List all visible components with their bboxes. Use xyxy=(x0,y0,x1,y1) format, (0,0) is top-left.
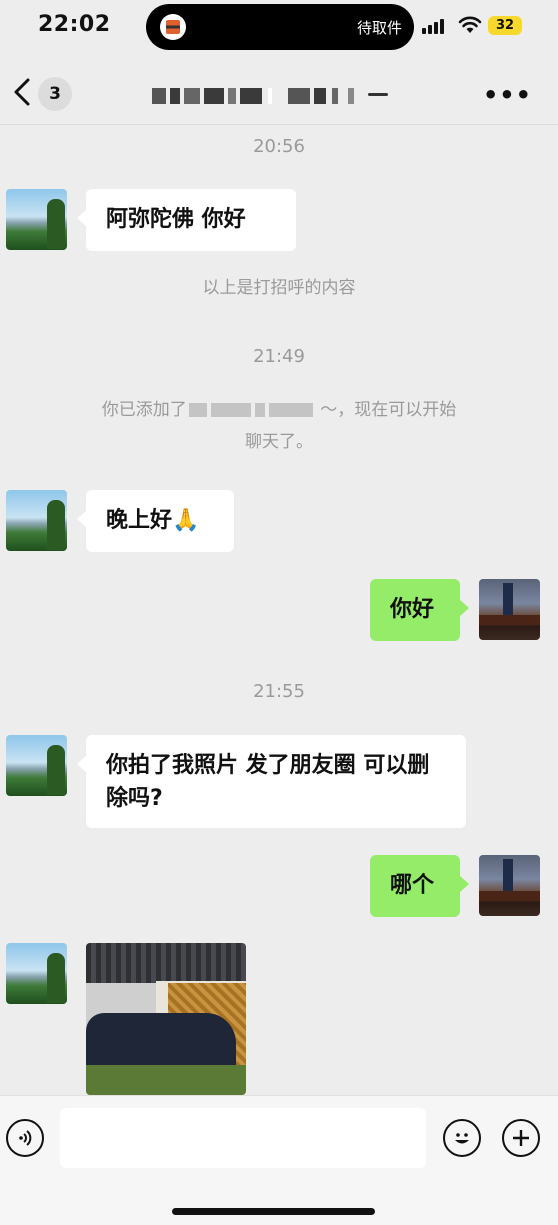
contact-avatar[interactable] xyxy=(6,189,67,250)
received-image-message[interactable] xyxy=(86,943,246,1095)
chat-input-bar xyxy=(0,1095,558,1225)
chevron-left-icon[interactable] xyxy=(10,76,34,108)
system-message-added-contact: 你已添加了 ～，现在可以开始 聊天了。 xyxy=(0,394,558,458)
my-avatar[interactable] xyxy=(479,855,540,916)
battery-icon: 32 xyxy=(488,16,522,35)
status-bar: 22:02 待取件 32 xyxy=(0,0,558,56)
delivery-app-icon xyxy=(160,14,186,40)
island-status-text: 待取件 xyxy=(356,19,402,37)
timestamp: 20:56 xyxy=(253,136,305,157)
cellular-signal-icon xyxy=(422,18,444,34)
contact-name-redacted xyxy=(152,84,388,108)
received-message[interactable]: 阿弥陀佛 你好 xyxy=(77,189,296,251)
status-time: 22:02 xyxy=(38,12,111,37)
message-input[interactable] xyxy=(60,1108,426,1168)
received-message[interactable]: 你拍了我照片 发了朋友圈 可以删除吗? xyxy=(77,735,466,828)
chat-header: 3 ••• xyxy=(0,62,558,125)
contact-avatar[interactable] xyxy=(6,943,67,1004)
sent-message[interactable]: 哪个 xyxy=(370,855,469,917)
system-text-suffix: ～，现在可以开始 xyxy=(320,400,457,420)
received-message[interactable]: 晚上好🙏 xyxy=(77,490,234,552)
contact-avatar[interactable] xyxy=(6,735,67,796)
system-message: 以上是打招呼的内容 xyxy=(202,278,356,298)
timestamp: 21:55 xyxy=(253,681,305,702)
timestamp: 21:49 xyxy=(253,346,305,367)
wifi-icon xyxy=(458,16,482,33)
plus-icon[interactable] xyxy=(502,1119,540,1157)
dynamic-island[interactable]: 待取件 xyxy=(146,4,414,50)
unread-count-badge[interactable]: 3 xyxy=(38,77,72,111)
contact-avatar[interactable] xyxy=(6,490,67,551)
my-avatar[interactable] xyxy=(479,579,540,640)
home-indicator xyxy=(172,1208,375,1215)
sent-message[interactable]: 你好 xyxy=(370,579,469,641)
system-text-line2: 聊天了。 xyxy=(245,432,313,452)
more-dots-icon[interactable]: ••• xyxy=(483,83,532,107)
voice-icon[interactable] xyxy=(6,1119,44,1157)
emoji-icon[interactable] xyxy=(443,1119,481,1157)
system-text-prefix: 你已添加了 xyxy=(101,400,187,420)
